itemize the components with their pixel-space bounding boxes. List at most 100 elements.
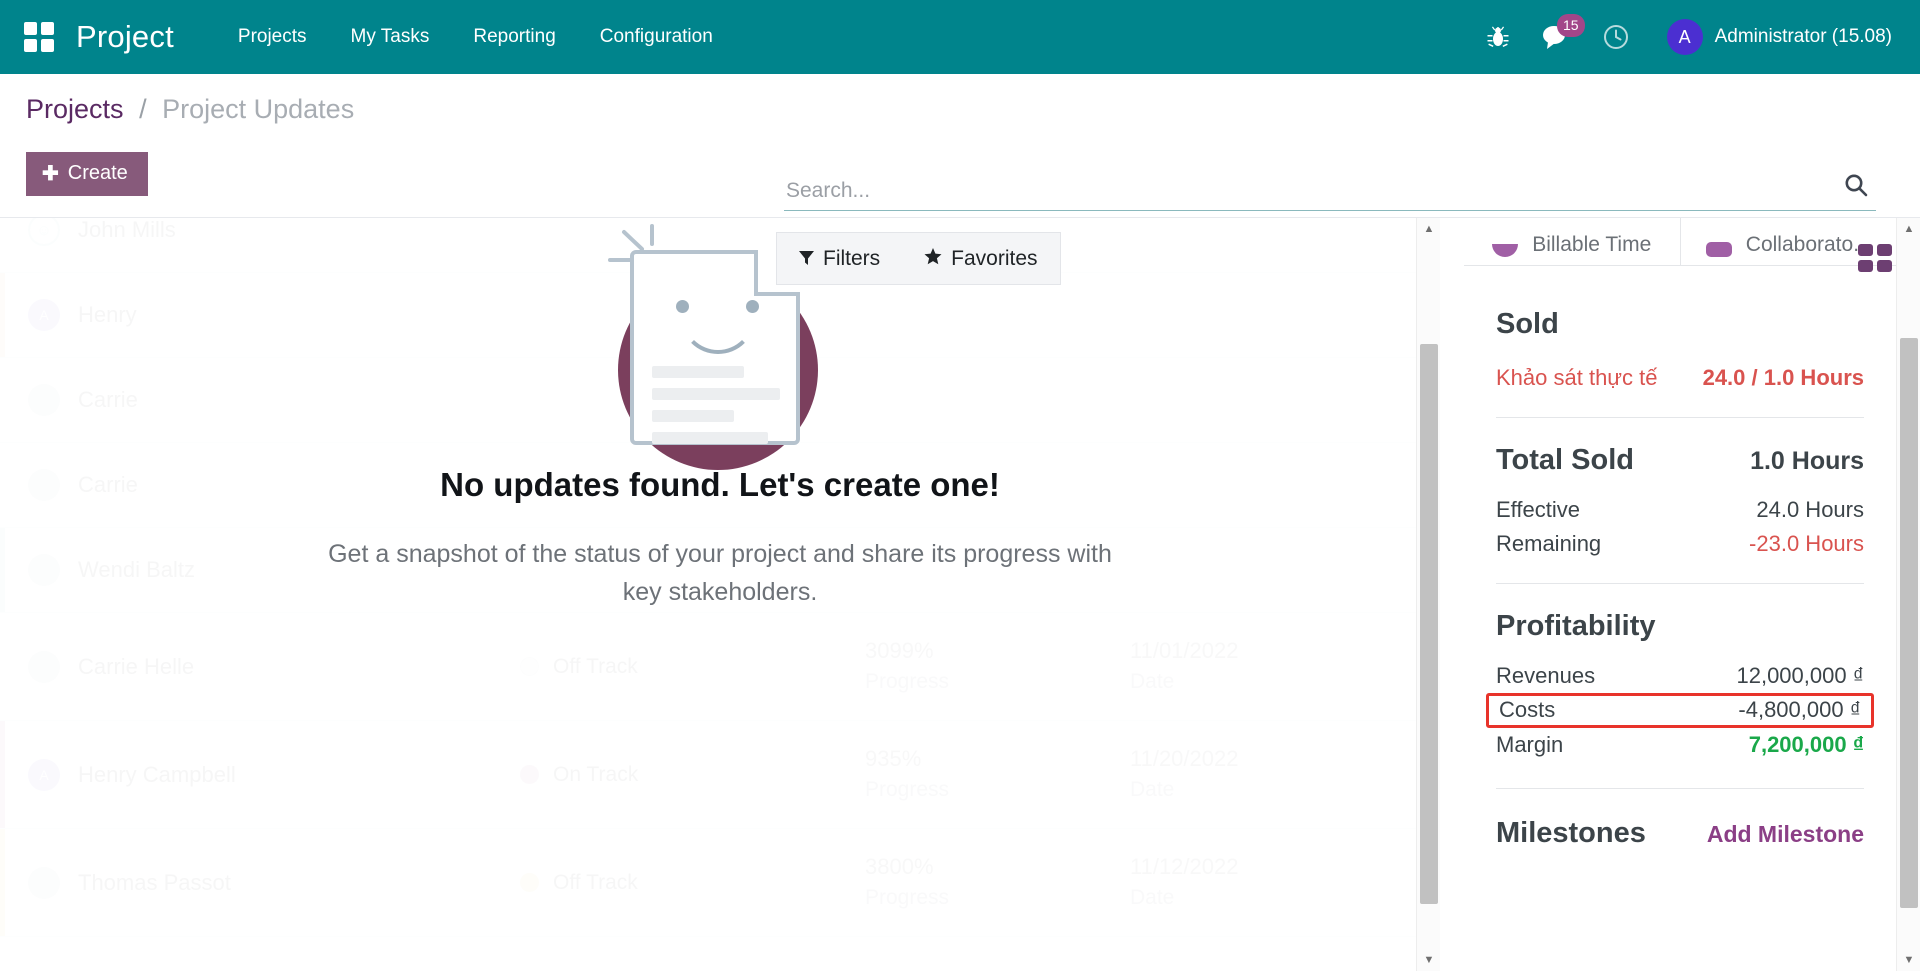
list-item[interactable]: ☺ John Mills <box>0 218 1440 273</box>
favorites-button[interactable]: Favorites <box>902 233 1059 284</box>
row-progress: 3800% Progress <box>865 851 1130 913</box>
remaining-value: -23.0 Hours <box>1749 531 1864 557</box>
revenues-value: 12,000,000 ₫ <box>1736 663 1864 689</box>
row-flag <box>0 443 5 527</box>
avatar: A <box>28 299 60 331</box>
list-item[interactable]: Carrie <box>0 443 1440 528</box>
menu-item-projects[interactable]: Projects <box>216 16 329 58</box>
list-item[interactable]: Thomas Passot Off Track 3800% Progress 1… <box>0 829 1440 937</box>
scrollbar-thumb[interactable] <box>1420 344 1438 904</box>
control-panel: Projects / Project Updates ✚ Create <box>0 74 1920 218</box>
scrollbar-thumb[interactable] <box>1900 338 1918 908</box>
scroll-up-arrow[interactable]: ▲ <box>1417 218 1441 240</box>
row-flag <box>0 613 5 720</box>
stat-button-billable-time[interactable]: Billable Time <box>1464 218 1680 265</box>
stat-button-label: Collaborato... <box>1746 233 1871 257</box>
navbar-right-tools: 15 A Administrator (15.08) <box>1471 19 1892 55</box>
clock-icon[interactable] <box>1587 24 1645 50</box>
date-value: 11/01/2022 <box>1130 635 1395 667</box>
favorites-label: Favorites <box>951 247 1037 271</box>
breadcrumb-projects[interactable]: Projects <box>26 94 124 124</box>
row-user-name: Thomas Passot <box>78 870 231 896</box>
list-item[interactable]: Wendi Baltz <box>0 528 1440 613</box>
costs-highlight-box: Costs -4,800,000 ₫ <box>1486 693 1874 728</box>
row-flag <box>0 273 5 357</box>
scroll-up-arrow[interactable]: ▲ <box>1897 218 1920 240</box>
costs-label: Costs <box>1499 697 1555 723</box>
remaining-label: Remaining <box>1496 531 1601 557</box>
breadcrumb-separator: / <box>139 94 147 124</box>
odoo-project-updates-page: Project Projects My Tasks Reporting Conf… <box>0 0 1920 971</box>
row-user: Thomas Passot <box>0 867 520 899</box>
date-label: Date <box>1130 883 1395 913</box>
row-date: 11/20/2022 Date <box>1130 743 1395 805</box>
user-name-label: Administrator (15.08) <box>1715 26 1892 48</box>
status-label: Off Track <box>553 871 638 895</box>
search-icon[interactable] <box>1836 172 1876 207</box>
row-flag <box>0 358 5 442</box>
row-flag <box>0 721 5 828</box>
avatar: A <box>1667 19 1703 55</box>
date-value: 11/12/2022 <box>1130 851 1395 883</box>
row-progress: 3099% Progress <box>865 635 1130 697</box>
row-user-name: Carrie <box>78 472 138 498</box>
list-item[interactable]: A Henry <box>0 273 1440 358</box>
row-user: A Henry <box>0 299 520 331</box>
list-rows: ☺ John Mills A Henry Carrie <box>0 218 1440 937</box>
add-milestone-button[interactable]: Add Milestone <box>1707 821 1864 848</box>
scroll-down-arrow[interactable]: ▼ <box>1897 949 1920 971</box>
list-item[interactable]: A Henry Campbell On Track 935% Progress … <box>0 721 1440 829</box>
project-updates-list: ☺ John Mills A Henry Carrie <box>0 218 1440 971</box>
row-progress: 935% Progress <box>865 743 1130 805</box>
list-item[interactable]: Carrie Helle Off Track 3099% Progress 11… <box>0 613 1440 721</box>
status-dot <box>520 765 539 784</box>
status-dot <box>520 657 539 676</box>
project-right-panel: Billable Time Collaborato... Sold Khảo s… <box>1464 218 1896 971</box>
kanban-view-icon[interactable] <box>1858 244 1892 272</box>
scroll-down-arrow[interactable]: ▼ <box>1417 949 1441 971</box>
create-button[interactable]: ✚ Create <box>26 152 148 196</box>
list-scrollbar[interactable]: ▲ ▼ <box>1416 218 1440 971</box>
person-icon <box>28 384 60 416</box>
main-menu: Projects My Tasks Reporting Configuratio… <box>216 16 735 58</box>
person-icon <box>28 651 60 683</box>
sold-item-label[interactable]: Khảo sát thực tế <box>1496 365 1658 391</box>
person-icon <box>28 554 60 586</box>
filters-button[interactable]: Filters <box>777 233 902 284</box>
list-item[interactable]: Carrie <box>0 358 1440 443</box>
search-input[interactable] <box>784 179 1836 207</box>
menu-item-configuration[interactable]: Configuration <box>578 16 735 58</box>
filters-label: Filters <box>823 247 880 271</box>
menu-item-reporting[interactable]: Reporting <box>451 16 577 58</box>
billable-time-icon <box>1492 244 1518 257</box>
app-brand-title[interactable]: Project <box>76 19 174 55</box>
total-sold-value: 1.0 Hours <box>1750 447 1864 476</box>
breadcrumb: Projects / Project Updates <box>26 94 354 125</box>
top-navbar: Project Projects My Tasks Reporting Conf… <box>0 0 1920 74</box>
apps-grid-icon[interactable] <box>24 22 54 52</box>
funnel-icon <box>799 247 814 271</box>
status-dot <box>520 873 539 892</box>
row-user-name: Carrie <box>78 387 138 413</box>
row-user: Carrie <box>0 384 520 416</box>
total-sold-section: Total Sold 1.0 Hours Effective 24.0 Hour… <box>1464 418 1896 584</box>
row-flag <box>0 218 5 272</box>
breadcrumb-current: Project Updates <box>162 94 354 124</box>
bug-icon[interactable] <box>1471 25 1525 49</box>
sold-item-value: 24.0 / 1.0 Hours <box>1703 365 1864 391</box>
content-area: ☺ John Mills A Henry Carrie <box>0 218 1920 971</box>
row-user: Wendi Baltz <box>0 554 520 586</box>
messages-count-badge: 15 <box>1557 14 1585 37</box>
profitability-title: Profitability <box>1496 610 1656 643</box>
row-user: A Henry Campbell <box>0 759 520 791</box>
stat-button-label: Billable Time <box>1532 233 1651 257</box>
margin-label: Margin <box>1496 732 1563 758</box>
smiley-avatar-icon: ☺ <box>28 218 60 246</box>
right-panel-scrollbar[interactable]: ▲ ▼ <box>1896 218 1920 971</box>
messages-icon[interactable]: 15 <box>1525 23 1587 51</box>
row-user-name: Henry Campbell <box>78 762 236 788</box>
person-icon <box>28 469 60 501</box>
sold-title: Sold <box>1496 308 1559 341</box>
user-menu[interactable]: A Administrator (15.08) <box>1667 19 1892 55</box>
menu-item-my-tasks[interactable]: My Tasks <box>329 16 452 58</box>
